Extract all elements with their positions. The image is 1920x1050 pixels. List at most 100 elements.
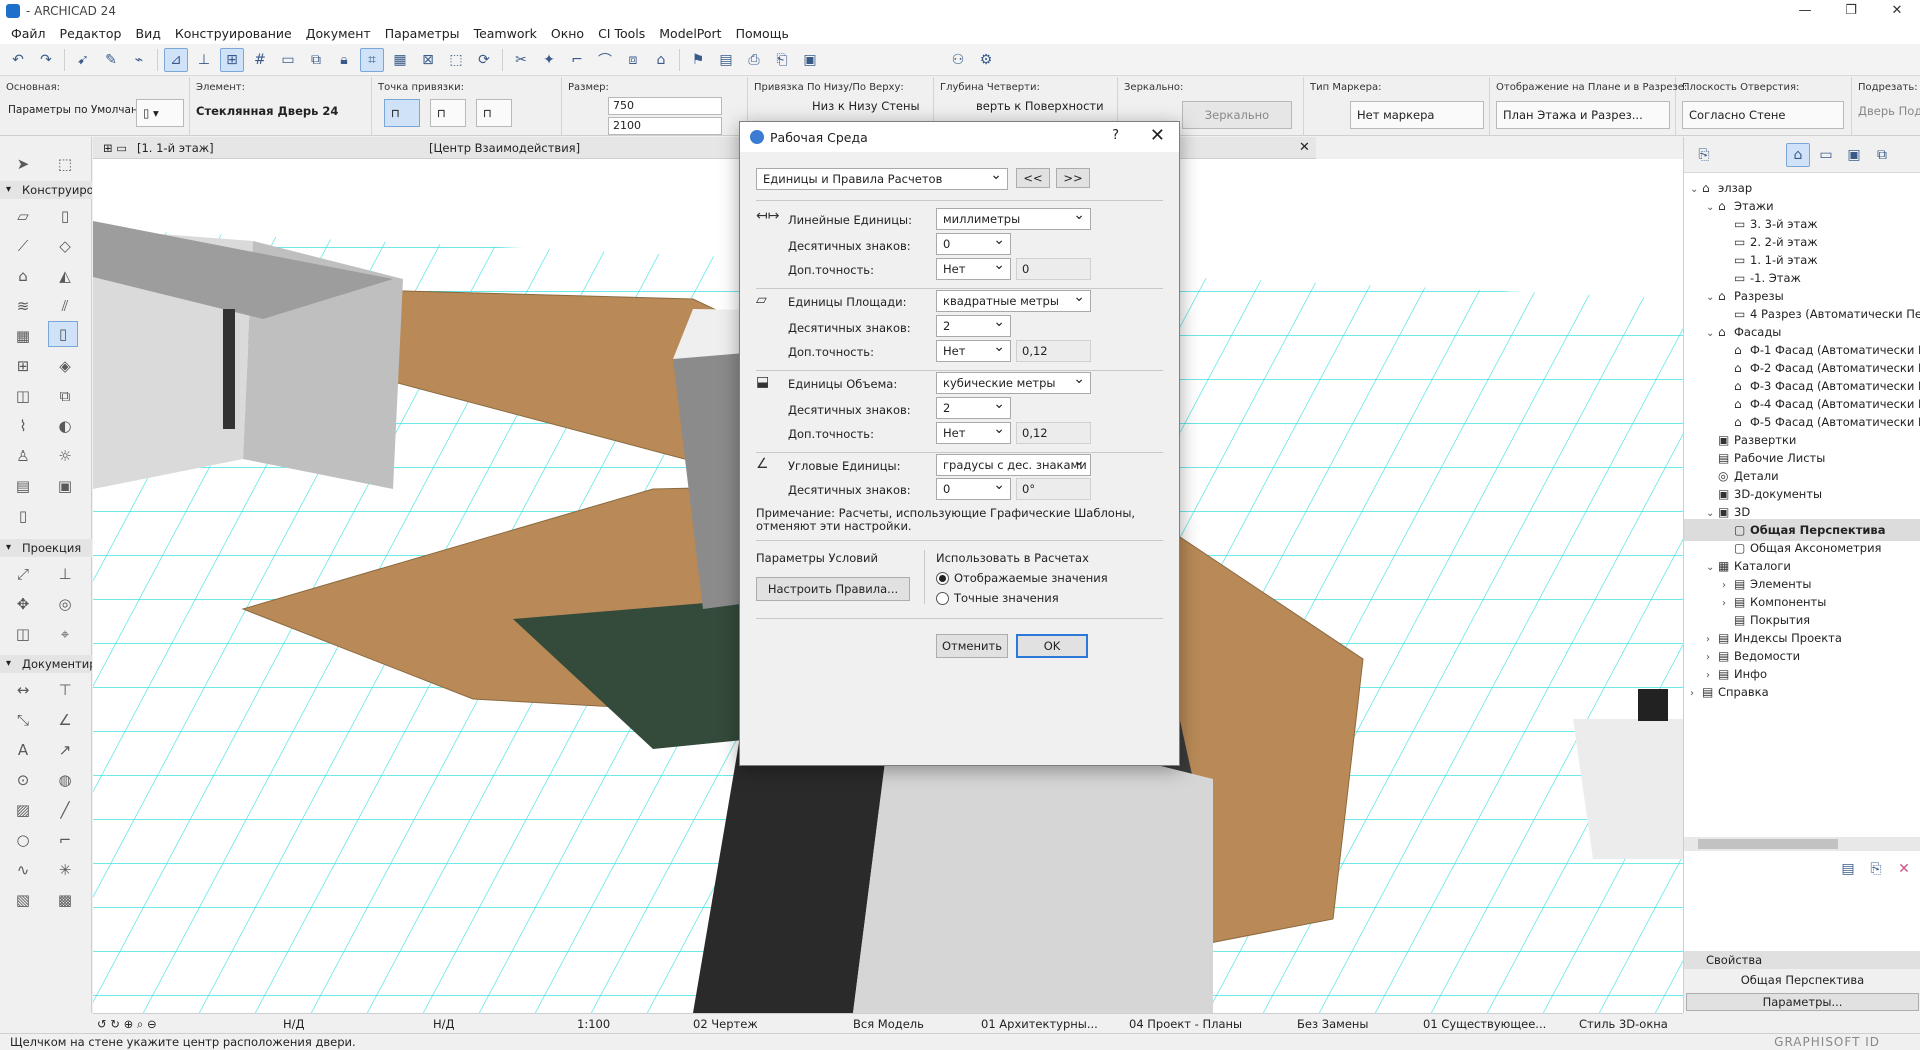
lamp-tool-icon[interactable]: ☼ [50, 443, 80, 469]
door-tool-icon[interactable]: ▯ [48, 321, 78, 347]
layout-book-icon[interactable]: ▣ [1842, 143, 1866, 167]
hotspot-tool-icon[interactable]: ✳ [50, 857, 80, 883]
marquee-tool-icon[interactable]: ⬚ [50, 151, 80, 177]
zone-tool-icon[interactable]: ▤ [8, 473, 38, 499]
volume-decimals-select[interactable]: 2 [936, 397, 1011, 419]
cut-value[interactable]: Дверь Подр [1858, 104, 1920, 118]
layer-combo[interactable]: 02 Чертеж [693, 1014, 758, 1034]
menu-help[interactable]: Помощь [729, 26, 796, 41]
magic-wand-icon[interactable]: ✦ [537, 48, 561, 72]
text-tool-icon[interactable]: A [8, 737, 38, 763]
tab-floor-1[interactable]: [1. 1-й этаж] [131, 137, 220, 159]
dimension-tool-icon[interactable]: ⤢ [8, 561, 38, 587]
clone-view-icon[interactable]: ⎘ [1864, 857, 1888, 881]
linear-units-select[interactable]: миллиметры [936, 208, 1091, 230]
wall-end-tool-icon[interactable]: ◫ [8, 383, 38, 409]
suspend-groups-icon[interactable]: ⌗ [360, 47, 384, 72]
snap-points-icon[interactable]: ⊞ [220, 47, 244, 72]
menu-options[interactable]: Параметры [378, 26, 467, 41]
tree-scrollbar[interactable] [1684, 837, 1920, 851]
window-tool-icon[interactable]: ⊞ [8, 353, 38, 379]
tree-scroll-thumb[interactable] [1698, 839, 1838, 849]
view-map-icon[interactable]: ▭ [1814, 143, 1838, 167]
trim-icon[interactable]: ⌐ [565, 48, 589, 72]
skylight-tool-icon[interactable]: ◈ [50, 353, 80, 379]
project-map-icon[interactable]: ⌂ [1786, 143, 1810, 167]
view-set[interactable]: 04 Проект - Планы [1129, 1014, 1242, 1034]
volume-units-select[interactable]: кубические метры [936, 372, 1091, 394]
menu-design[interactable]: Конструирование [168, 26, 299, 41]
status-na-1[interactable]: Н/Д [283, 1014, 305, 1034]
figure-tool-icon[interactable]: ▧ [8, 887, 38, 913]
menu-window[interactable]: Окно [544, 26, 591, 41]
drawing-tool-icon[interactable]: ▩ [50, 887, 80, 913]
scale-value[interactable]: 1:100 [577, 1014, 610, 1034]
arrow-tool-icon[interactable]: ➤ [8, 151, 38, 177]
displayed-values-radio[interactable]: Отображаемые значения [936, 571, 1108, 585]
flag-icon[interactable]: ⚑ [686, 48, 710, 72]
area-extra-select[interactable]: Нет [936, 340, 1011, 362]
menu-view[interactable]: Вид [129, 26, 168, 41]
page-select[interactable]: Единицы и Правила Расчетов [756, 168, 1008, 190]
fill-tool-icon[interactable]: ▨ [8, 797, 38, 823]
guide-lines-icon[interactable]: ⊿ [164, 47, 188, 72]
teamwork-icon[interactable]: ⚇ [946, 48, 970, 72]
section-tool-icon[interactable]: ✥ [8, 591, 38, 617]
properties-header[interactable]: Свойства [1684, 951, 1920, 969]
expand-arrow-icon[interactable]: › [1690, 683, 1702, 703]
snap-center-button[interactable]: ⊓ [384, 99, 420, 127]
volume-extra-select[interactable]: Нет [936, 422, 1011, 444]
menu-modelport[interactable]: ModelPort [652, 26, 728, 41]
door-settings-button[interactable]: ▯ ▾ [136, 99, 184, 127]
print-icon[interactable]: ⎗ [770, 48, 794, 72]
render-icon[interactable]: ▣ [798, 48, 822, 72]
mirror-button[interactable]: Зеркально [1182, 101, 1292, 129]
publisher-sets-icon[interactable]: ⧉ [1870, 143, 1894, 167]
3d-style[interactable]: Стиль 3D-окна [1579, 1014, 1668, 1034]
structure-display[interactable]: 01 Архитектурны... [981, 1014, 1098, 1034]
next-page-button[interactable]: >> [1056, 168, 1090, 188]
menu-teamwork[interactable]: Teamwork [467, 26, 544, 41]
shell-tool-icon[interactable]: ◭ [50, 263, 80, 289]
home-icon[interactable]: ⌂ [649, 48, 673, 72]
zoom-controls-icon[interactable]: ↺ ↻ ⊕ ⌕ ⊖ [97, 1014, 157, 1034]
curtain-wall-tool-icon[interactable]: ▦ [8, 323, 38, 349]
line-tool-icon[interactable]: ╱ [50, 797, 80, 823]
element-value[interactable]: Стеклянная Дверь 24 [196, 104, 338, 118]
height-field[interactable]: 2100 [608, 117, 722, 135]
graphisoft-id[interactable]: GRAPHISOFT ID [1774, 1034, 1880, 1050]
opening-tool-icon[interactable]: ▯ [8, 503, 38, 529]
lock-icon[interactable]: 🔒︎ [332, 48, 356, 72]
minimize-button[interactable]: — [1782, 0, 1828, 22]
ok-button[interactable]: OK [1016, 634, 1088, 658]
section-projection[interactable]: Проекция [0, 539, 92, 557]
stair-tool-icon[interactable]: ≋ [8, 293, 38, 319]
marker-type-button[interactable]: Нет маркера [1350, 101, 1484, 129]
camera-tool-icon[interactable]: ⌖ [50, 621, 80, 647]
angle-decimals-select[interactable]: 0 [936, 478, 1011, 500]
close-window-button[interactable]: ✕ [1874, 0, 1920, 22]
status-na-2[interactable]: Н/Д [433, 1014, 455, 1034]
change-tool-icon[interactable]: ◍ [50, 767, 80, 793]
plane-select[interactable]: Согласно Стене [1682, 101, 1844, 129]
tab-layout-icon[interactable]: ⊞ ▭ [97, 137, 133, 159]
cancel-button[interactable]: Отменить [936, 634, 1008, 658]
table-icon[interactable]: ▦ [388, 48, 412, 72]
select-box-icon[interactable]: ⬚ [444, 48, 468, 72]
roof-tool-icon[interactable]: ⌂ [8, 263, 38, 289]
zone-stamp-tool-icon[interactable]: ⊙ [8, 767, 38, 793]
linear-extra-select[interactable]: Нет [936, 258, 1011, 280]
delete-view-icon[interactable]: ✕ [1892, 857, 1916, 881]
grid-icon[interactable]: # [248, 48, 272, 72]
layers-icon[interactable]: ⧉ [304, 48, 328, 72]
spline-tool-icon[interactable]: ∿ [8, 857, 38, 883]
model-filter[interactable]: Вся Модель [853, 1014, 924, 1034]
worksheet-tool-icon[interactable]: ◫ [8, 621, 38, 647]
offset-icon[interactable]: ⧈ [621, 48, 645, 72]
snap-right-button[interactable]: ⊓ [476, 99, 512, 127]
reveal-value[interactable]: верть к Поверхности [976, 99, 1104, 113]
new-view-icon[interactable]: ▤ [1836, 857, 1860, 881]
menu-edit[interactable]: Редактор [53, 26, 129, 41]
exact-values-radio[interactable]: Точные значения [936, 591, 1059, 605]
prev-page-button[interactable]: << [1016, 168, 1050, 188]
